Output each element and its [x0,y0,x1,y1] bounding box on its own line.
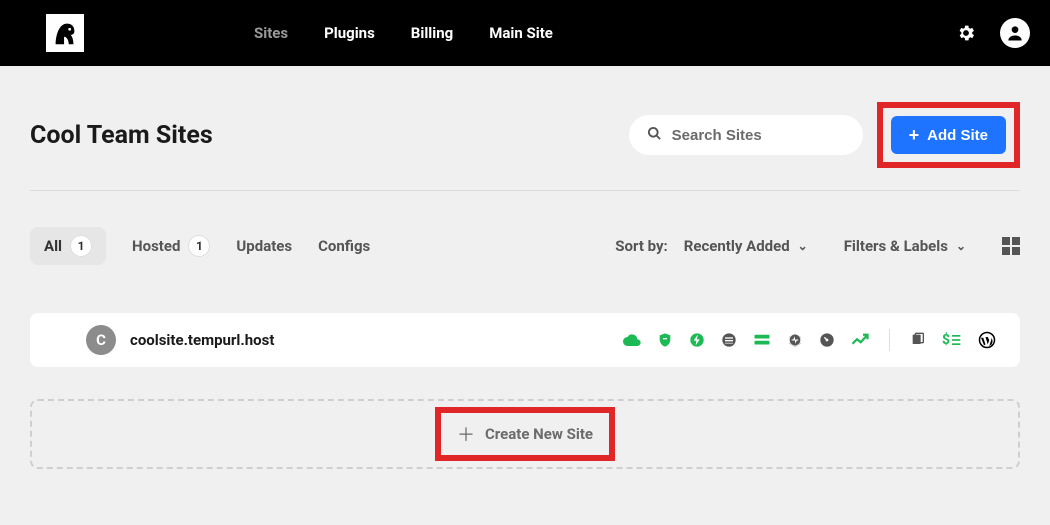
filters-dropdown-value: Filters & Labels [844,237,948,255]
create-new-site-button[interactable]: ＋ Create New Site [457,421,593,447]
shield-icon[interactable] [657,332,673,348]
tab-hosted-label: Hosted [132,237,180,255]
chevron-down-icon: ⌄ [956,239,966,253]
nav-plugins[interactable]: Plugins [324,24,375,42]
add-site-button[interactable]: + Add Site [891,116,1006,154]
plus-icon: + [909,126,920,144]
analytics-icon[interactable] [851,333,869,347]
create-new-label: Create New Site [485,425,593,443]
clone-icon[interactable] [910,332,926,348]
tab-configs[interactable]: Configs [318,237,370,255]
pricing-icon[interactable]: $ [942,332,962,348]
tab-group: All 1 Hosted 1 Updates Configs [30,227,370,265]
search-input[interactable] [672,127,845,144]
gauge-icon[interactable] [819,332,835,348]
add-site-highlight: + Add Site [877,102,1020,168]
create-new-site-row[interactable]: ＋ Create New Site [30,399,1020,469]
site-icon-strip: $ [623,329,996,351]
site-row[interactable]: C coolsite.tempurl.host $ [30,313,1020,367]
health-icon[interactable] [787,332,803,348]
tab-all-label: All [44,237,62,255]
user-avatar-icon[interactable] [1000,18,1030,48]
header-row: Cool Team Sites + Add Site [30,102,1020,168]
nav-sites[interactable]: Sites [254,24,288,42]
tab-updates-label: Updates [236,237,292,255]
brand-logo[interactable] [46,14,84,52]
sort-dropdown[interactable]: Recently Added ⌄ [684,237,808,255]
site-avatar: C [86,325,116,355]
divider [30,190,1020,191]
tab-all[interactable]: All 1 [30,227,106,265]
sort-dropdown-value: Recently Added [684,237,790,255]
search-icon [647,126,662,145]
create-new-highlight: ＋ Create New Site [435,407,615,461]
main-nav: Sites Plugins Billing Main Site [254,24,553,42]
page-title: Cool Team Sites [30,121,213,150]
tab-hosted-count: 1 [188,235,210,257]
filters-dropdown[interactable]: Filters & Labels ⌄ [844,237,966,255]
server-icon[interactable] [753,333,771,347]
view-toggle-grid-icon[interactable] [1002,237,1020,255]
site-name[interactable]: coolsite.tempurl.host [130,331,274,349]
cloud-icon[interactable] [623,333,641,347]
sort-by-label: Sort by: [615,237,668,255]
settings-icon[interactable] [956,23,976,43]
tab-all-count: 1 [70,235,92,257]
tab-updates[interactable]: Updates [236,237,292,255]
topbar: Sites Plugins Billing Main Site [0,0,1050,66]
topbar-right [956,18,1030,48]
main-content: Cool Team Sites + Add Site All 1 [0,66,1050,469]
stack-icon[interactable] [721,332,737,348]
add-site-label: Add Site [927,127,988,144]
header-right: + Add Site [629,102,1020,168]
sort-group: Sort by: Recently Added ⌄ Filters & Labe… [615,237,1020,255]
bolt-icon[interactable] [689,332,705,348]
search-box[interactable] [629,115,863,155]
chevron-down-icon: ⌄ [798,239,808,253]
nav-main-site[interactable]: Main Site [489,24,553,42]
nav-billing[interactable]: Billing [411,24,453,42]
tab-hosted[interactable]: Hosted 1 [132,235,210,257]
plus-icon: ＋ [457,421,475,447]
wordpress-icon[interactable] [978,331,996,349]
tab-configs-label: Configs [318,237,370,255]
dollar-icon: $ [942,332,950,348]
filters-row: All 1 Hosted 1 Updates Configs Sort by: … [30,227,1020,265]
separator [889,329,890,351]
